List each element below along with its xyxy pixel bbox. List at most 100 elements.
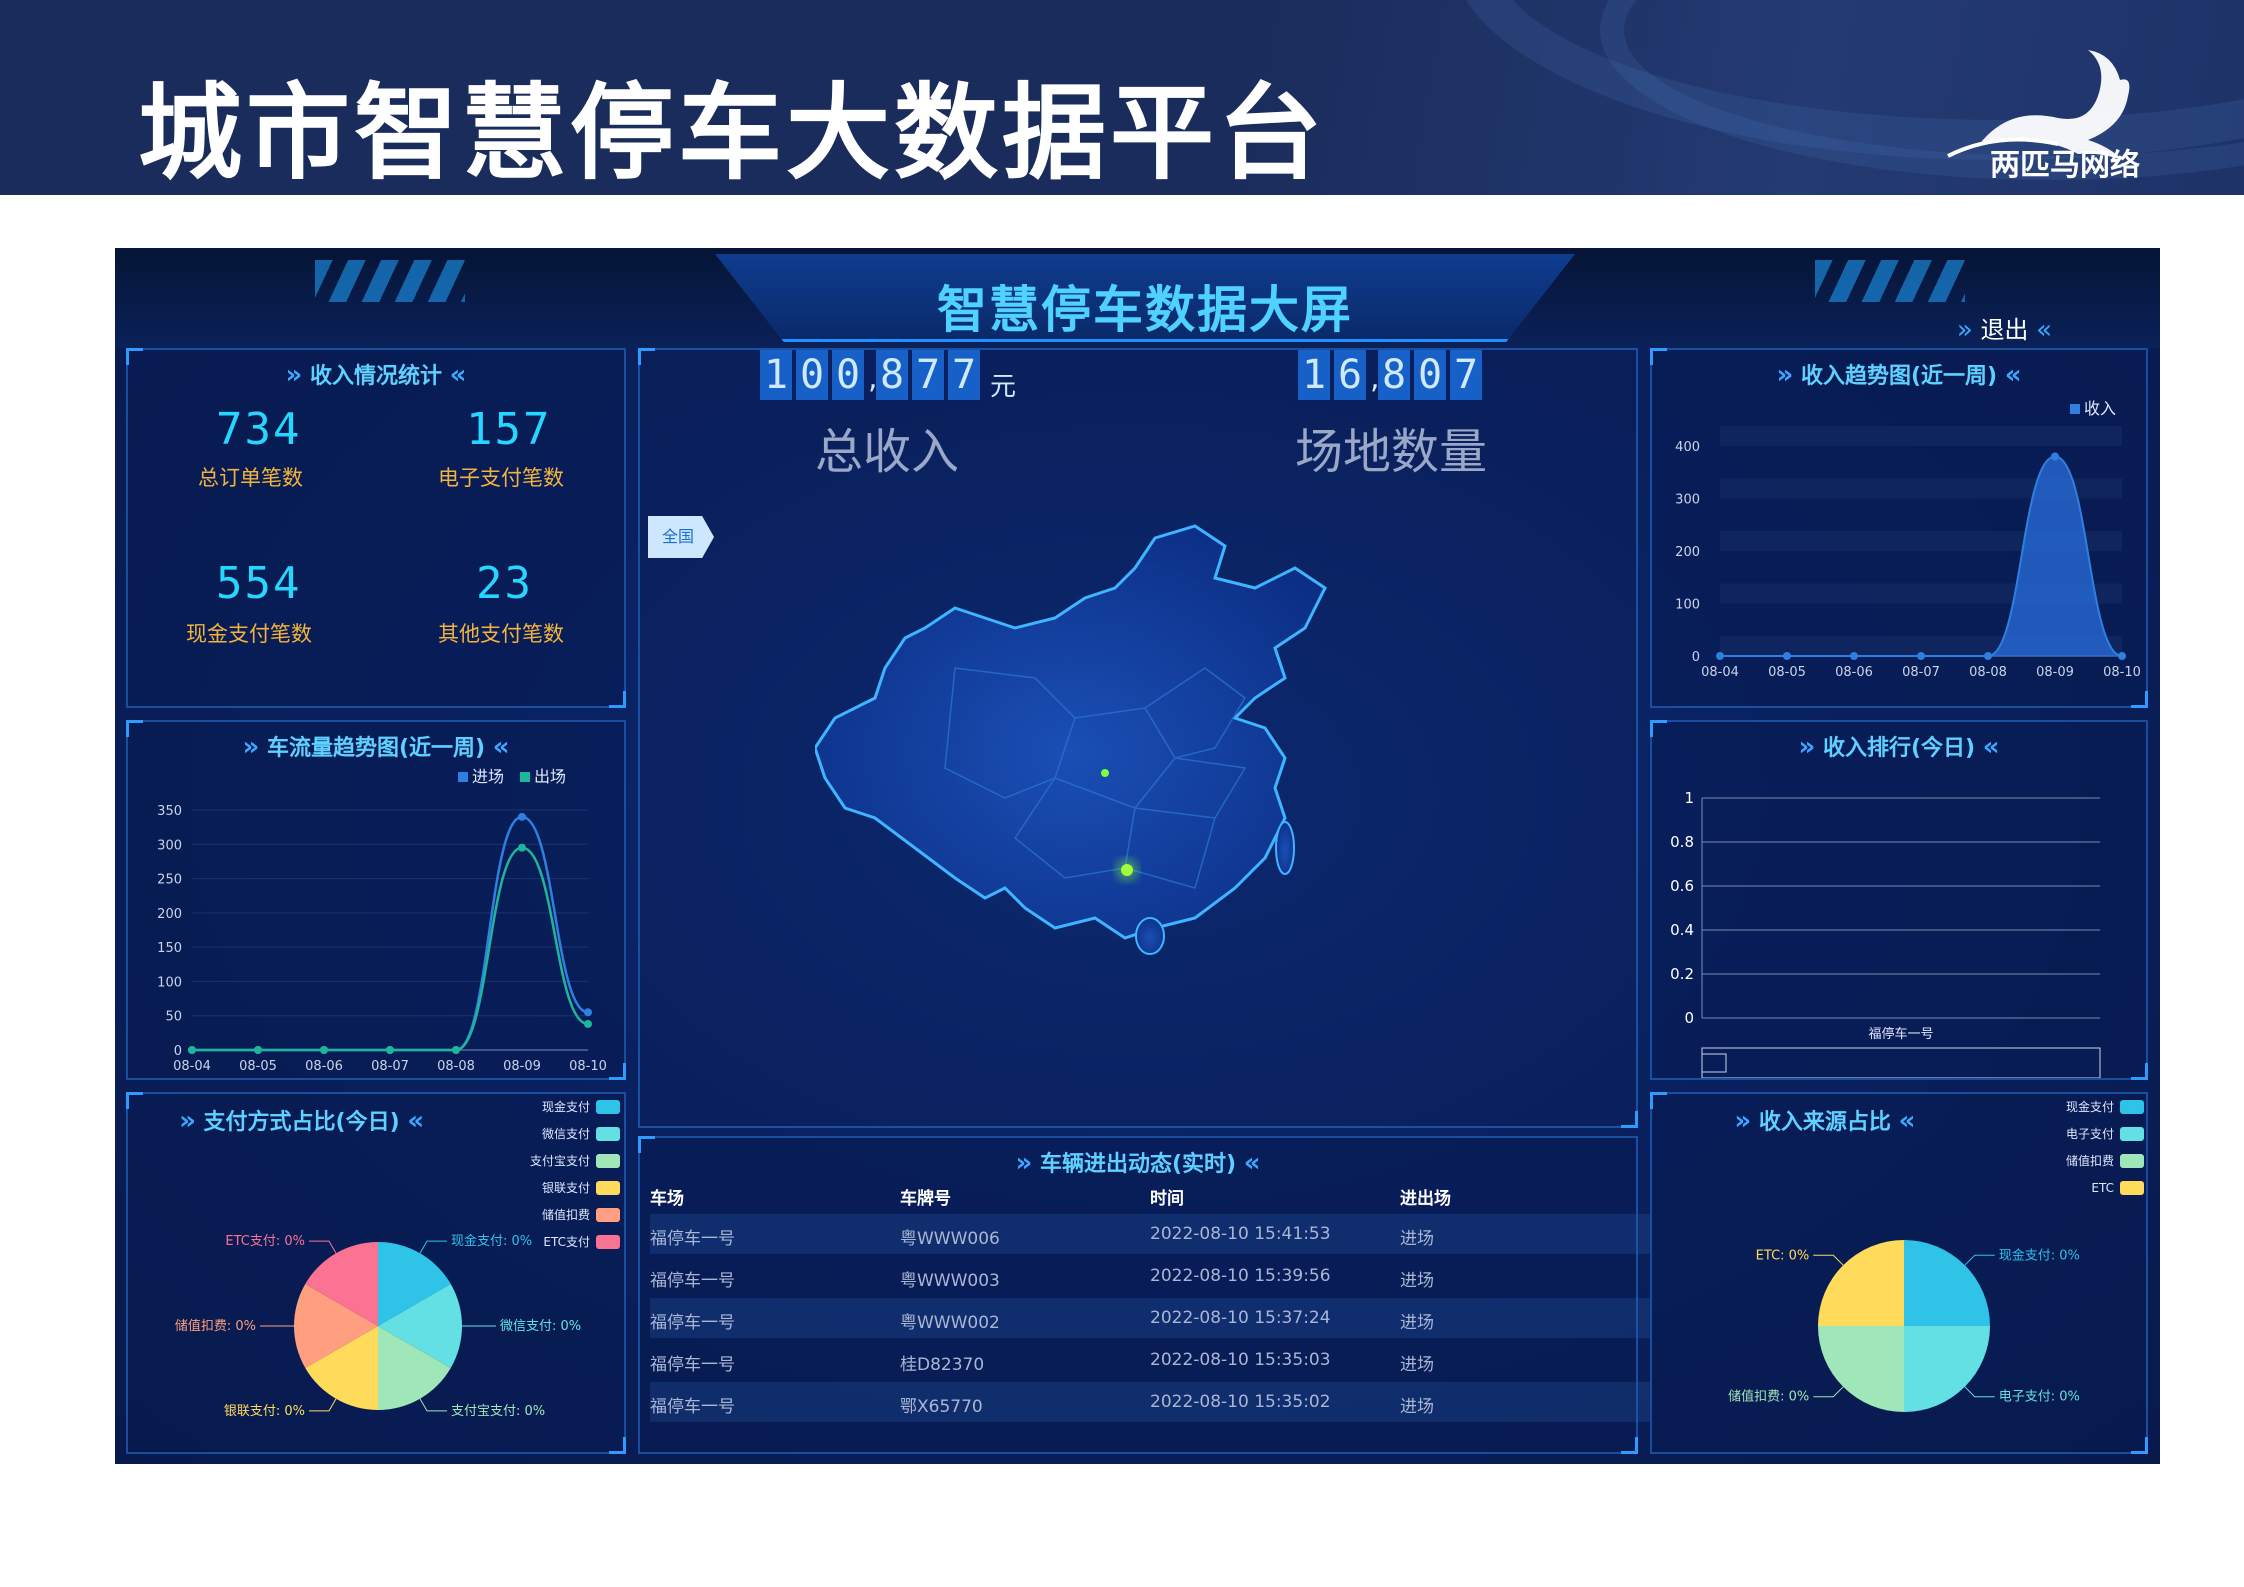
table-cell: 进场	[1400, 1271, 1434, 1291]
table-cell: 2022-08-10 15:41:53	[1150, 1224, 1331, 1244]
data-point	[254, 1046, 262, 1054]
income-digit: 0	[832, 350, 864, 400]
venue-count-counter: 1 6,8 0 7	[1298, 350, 1486, 400]
data-point	[320, 1046, 328, 1054]
table-cell: 福停车一号	[650, 1271, 735, 1291]
table-row[interactable]: 福停车一号 粤WWW006 2022-08-10 15:41:53 进场	[650, 1214, 1650, 1254]
income-stats-title: » 收入情况统计 «	[128, 358, 624, 390]
legend-swatch	[596, 1100, 620, 1114]
slice-label: 银联支付: 0%	[224, 1404, 305, 1419]
slice-label: 电子支付: 0%	[1999, 1390, 2080, 1405]
legend-label: 电子支付	[2066, 1127, 2114, 1141]
electronic-payments-label: 电子支付笔数	[438, 466, 564, 490]
map-marker-glow	[1115, 858, 1139, 882]
y-tick-label: 0.2	[1670, 965, 1694, 983]
pie-slice[interactable]	[1904, 1326, 1990, 1412]
cash-payments-label: 现金支付笔数	[186, 622, 312, 646]
y-tick-label: 0.4	[1670, 921, 1694, 939]
table-cell: 粤WWW002	[900, 1313, 1000, 1333]
column-header: 时间	[1150, 1189, 1184, 1209]
legend-label: 收入	[2084, 399, 2116, 418]
chevron-right-icon: »	[285, 360, 303, 390]
legend-label: 储值扣费	[542, 1207, 590, 1222]
legend-label: 微信支付	[542, 1127, 590, 1141]
traffic-line-chart: 0 50 100 150 200 250 300 350 08-04 08-05 08-06 08-0…	[157, 767, 607, 1074]
income-source-panel: » 收入来源占比 « 现金支付: 0% 电子支付: 0% 储值扣费: 0% ETC: …	[1650, 1092, 2148, 1454]
cash-payments-value: 554	[216, 558, 302, 609]
y-tick-label: 50	[165, 1010, 182, 1025]
chevron-right-icon: »	[1956, 315, 1973, 345]
table-cell: 2022-08-10 15:39:56	[1150, 1266, 1331, 1286]
legend-label: 进场	[472, 767, 504, 786]
y-tick-label: 1	[1684, 789, 1694, 807]
y-tick-label: 300	[157, 838, 182, 853]
legend-label: 支付宝支付	[530, 1154, 590, 1168]
table-cell: 进场	[1400, 1355, 1434, 1375]
total-orders-label: 总订单笔数	[198, 466, 303, 490]
table-cell: 桂D82370	[900, 1355, 985, 1375]
legend-label: 银联支付	[542, 1181, 590, 1195]
zoom-slider[interactable]	[1701, 1047, 2101, 1078]
map-scope-button[interactable]: 全国	[648, 516, 714, 558]
x-tick-label: 08-06	[305, 1059, 343, 1074]
income-stats-title-text: 收入情况统计	[309, 364, 442, 389]
total-income-counter: 1 0 0,8 7 7	[760, 350, 984, 400]
data-point	[2051, 452, 2059, 461]
zoom-slider-handle[interactable]	[1701, 1053, 1727, 1073]
x-tick-label: 08-06	[1835, 665, 1873, 680]
table-row[interactable]: 福停车一号 粤WWW002 2022-08-10 15:37:24 进场	[650, 1298, 1650, 1338]
data-point	[518, 812, 526, 821]
y-tick-label: 0	[1692, 650, 1700, 665]
total-income-unit: 元	[990, 372, 1017, 402]
exit-label: 退出	[1980, 316, 2029, 344]
table-cell: 鄂X65770	[900, 1397, 983, 1417]
venue-digit: 7	[1450, 350, 1482, 400]
income-stats-panel: » 收入情况统计 « 734 总订单笔数 157 电子支付笔数 554 现金支付…	[126, 348, 626, 708]
exit-button[interactable]: » 退出 «	[1957, 310, 2052, 345]
total-orders-value: 734	[216, 404, 302, 455]
pie-slice[interactable]	[1818, 1240, 1904, 1326]
slice-label: 储值扣费: 0%	[1728, 1389, 1809, 1405]
table-row[interactable]: 福停车一号 粤WWW003 2022-08-10 15:39:56 进场	[650, 1256, 1650, 1296]
y-tick-label: 0.8	[1670, 833, 1694, 851]
y-tick-label: 0.6	[1670, 877, 1694, 895]
income-trend-panel: » 收入趋势图(近一周) « 0 100 200 300 400 08-04 08-05 08…	[1650, 348, 2148, 708]
table-cell: 2022-08-10 15:35:02	[1150, 1392, 1331, 1412]
digit-separator: ,	[1370, 361, 1380, 396]
data-point	[1716, 652, 1724, 660]
y-tick-label: 100	[1675, 598, 1700, 613]
table-cell: 福停车一号	[650, 1397, 735, 1417]
taiwan-island	[1275, 821, 1295, 875]
data-point	[584, 1008, 592, 1017]
x-tick-label: 08-09	[2036, 665, 2074, 680]
label-line	[419, 1398, 447, 1412]
pie-slice[interactable]	[1818, 1326, 1904, 1412]
legend-swatch	[596, 1235, 620, 1249]
venue-digit: 0	[1414, 350, 1446, 400]
income-digit: 1	[760, 350, 792, 400]
legend-swatch	[2120, 1127, 2144, 1141]
y-tick-label: 0	[1684, 1009, 1694, 1027]
map-marker[interactable]	[1101, 769, 1109, 777]
label-line	[1964, 1254, 1995, 1266]
china-map[interactable]	[815, 518, 1515, 1098]
x-tick-label: 08-04	[1701, 665, 1739, 680]
grid-band	[1720, 426, 2122, 446]
x-tick-label: 08-07	[371, 1059, 409, 1074]
x-tick-label: 08-08	[1969, 665, 2007, 680]
pie-slice[interactable]	[1904, 1240, 1990, 1326]
income-area-chart: 0 100 200 300 400 08-04 08-05 08-06 08-07 08-08 08…	[1675, 399, 2141, 680]
table-cell: 2022-08-10 15:37:24	[1150, 1308, 1331, 1328]
legend-swatch	[596, 1127, 620, 1141]
y-tick-label: 350	[157, 804, 182, 819]
data-point	[1984, 652, 1992, 660]
column-header: 车牌号	[900, 1189, 951, 1209]
table-cell: 粤WWW003	[900, 1271, 1000, 1291]
table-row[interactable]: 福停车一号 鄂X65770 2022-08-10 15:35:02 进场	[650, 1382, 1650, 1422]
table-row[interactable]: 福停车一号 桂D82370 2022-08-10 15:35:03 进场	[650, 1340, 1650, 1380]
electronic-payments-value: 157	[466, 404, 552, 455]
data-point	[584, 1019, 592, 1028]
data-point	[188, 1046, 196, 1054]
table-cell: 福停车一号	[650, 1313, 735, 1333]
legend-swatch	[520, 772, 530, 782]
